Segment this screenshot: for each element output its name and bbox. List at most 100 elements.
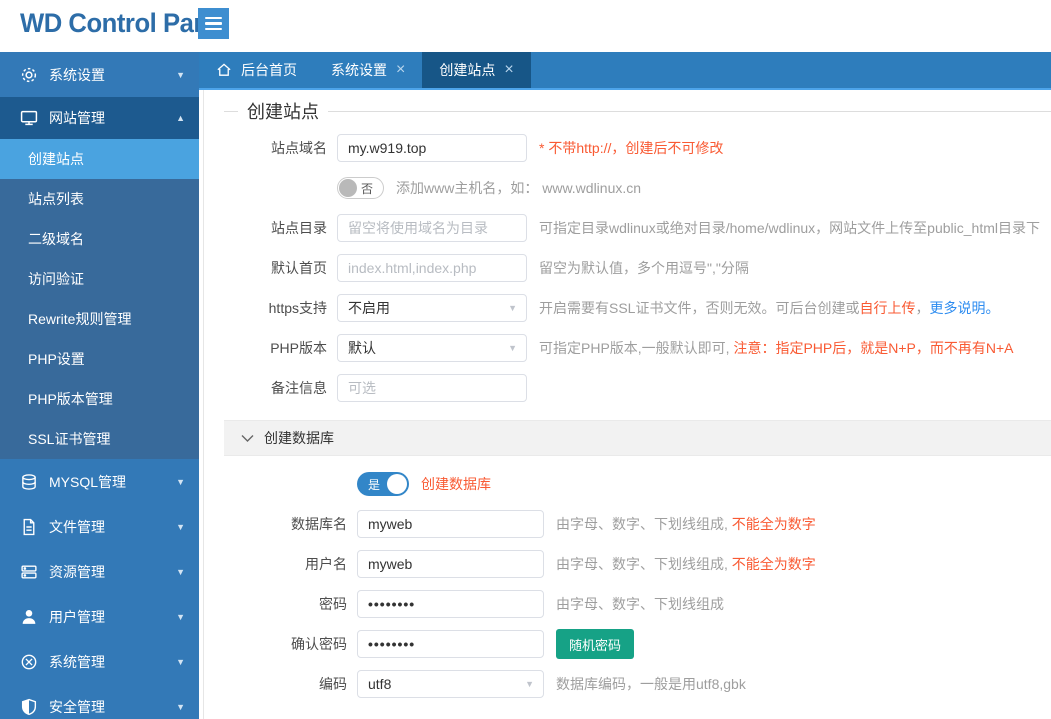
close-icon[interactable]: × [504, 62, 513, 78]
monitor-icon [20, 109, 38, 127]
sidebar-item-file-management[interactable]: 文件管理 ▼ [0, 504, 199, 549]
sidebar-item-website-management[interactable]: 网站管理 ▲ [0, 97, 199, 139]
php-version-label: PHP版本 [224, 338, 337, 358]
tab-dashboard-home[interactable]: 后台首页 [199, 52, 314, 88]
sidebar-subitem-access-auth[interactable]: 访问验证 [0, 259, 199, 299]
form-row-directory: 站点目录 可指定目录wdlinux或绝对目录/home/wdlinux，网站文件… [224, 214, 1051, 242]
close-icon[interactable]: × [396, 62, 405, 78]
toggle-knob [387, 474, 407, 494]
chevron-down-icon: ▼ [508, 343, 517, 353]
main-content: 创建站点 站点域名 * 不带http://，创建后不可修改 否 添加www主机名… [200, 90, 1051, 719]
gear-icon [20, 66, 38, 84]
https-select[interactable]: 不启用 ▼ [337, 294, 527, 322]
more-info-link[interactable]: 更多说明 [929, 300, 985, 316]
sidebar-subitem-subdomain[interactable]: 二级域名 [0, 219, 199, 259]
domain-label: 站点域名 [224, 138, 337, 158]
sidebar-item-label: 网站管理 [49, 108, 105, 128]
toggle-knob [339, 179, 357, 197]
hamburger-menu-button[interactable] [198, 8, 229, 39]
sidebar-subitem-site-list[interactable]: 站点列表 [0, 179, 199, 219]
directory-label: 站点目录 [224, 218, 337, 238]
tab-create-site[interactable]: 创建站点 × [422, 52, 530, 88]
file-icon [20, 518, 38, 536]
domain-hint: * 不带http://，创建后不可修改 [539, 138, 723, 158]
db-user-hint: 由字母、数字、下划线组成, 不能全为数字 [556, 554, 816, 574]
sidebar-item-label: 资源管理 [49, 562, 105, 582]
server-icon [20, 563, 38, 581]
https-label: https支持 [224, 298, 337, 318]
chevron-down-icon: ▼ [508, 303, 517, 313]
db-user-input[interactable] [357, 550, 544, 578]
index-page-input[interactable] [337, 254, 527, 282]
remark-input[interactable] [337, 374, 527, 402]
tab-label: 后台首页 [241, 60, 297, 80]
form-row-remark: 备注信息 [224, 374, 1051, 402]
sidebar-item-user-management[interactable]: 用户管理 ▼ [0, 594, 199, 639]
chevron-down-icon [241, 434, 254, 443]
sidebar-subitem-create-site[interactable]: 创建站点 [0, 139, 199, 179]
tools-icon [20, 653, 38, 671]
db-toggle-hint: 创建数据库 [421, 474, 491, 494]
db-password-input[interactable] [357, 590, 544, 618]
php-version-select[interactable]: 默认 ▼ [337, 334, 527, 362]
sidebar-item-resource-management[interactable]: 资源管理 ▼ [0, 549, 199, 594]
db-password-label: 密码 [224, 594, 357, 614]
db-confirm-label: 确认密码 [224, 634, 357, 654]
sidebar-item-mysql-management[interactable]: MYSQL管理 ▼ [0, 459, 199, 504]
toggle-state-label: 否 [361, 180, 373, 197]
sidebar-item-label: MYSQL管理 [49, 472, 126, 492]
sidebar-item-label: 文件管理 [49, 517, 105, 537]
domain-input[interactable] [337, 134, 527, 162]
https-hint: 开启需要有SSL证书文件，否则无效。可后台创建或自行上传，更多说明。 [539, 298, 999, 318]
form-row-domain: 站点域名 * 不带http://，创建后不可修改 [224, 134, 1051, 162]
https-select-value: 不启用 [348, 298, 390, 318]
remark-label: 备注信息 [224, 378, 337, 398]
page-title: 创建站点 [247, 98, 319, 124]
sidebar-item-system-settings[interactable]: 系统设置 ▼ [0, 52, 199, 97]
sidebar-item-system-management[interactable]: 系统管理 ▼ [0, 639, 199, 684]
chevron-down-icon: ▼ [176, 567, 185, 577]
db-user-label: 用户名 [224, 554, 357, 574]
shield-icon [20, 698, 38, 716]
sidebar-subitem-ssl-cert[interactable]: SSL证书管理 [0, 419, 199, 459]
section-title: 创建数据库 [264, 428, 334, 448]
php-version-select-value: 默认 [348, 338, 376, 358]
create-site-form: 创建站点 站点域名 * 不带http://，创建后不可修改 否 添加www主机名… [224, 98, 1051, 698]
www-toggle[interactable]: 否 [337, 177, 384, 199]
db-confirm-input[interactable] [357, 630, 544, 658]
tab-label: 创建站点 [439, 60, 495, 80]
chevron-down-icon: ▼ [525, 679, 534, 689]
sidebar-item-label: 系统设置 [49, 65, 105, 85]
create-database-toggle[interactable]: 是 [357, 472, 409, 496]
chevron-up-icon: ▲ [176, 113, 185, 123]
sidebar-subitem-rewrite-rules[interactable]: Rewrite规则管理 [0, 299, 199, 339]
form-row-db-toggle: 是 创建数据库 [224, 470, 1051, 498]
db-name-input[interactable] [357, 510, 544, 538]
form-row-db-name: 数据库名 由字母、数字、下划线组成, 不能全为数字 [224, 510, 1051, 538]
form-row-db-confirm-password: 确认密码 随机密码 [224, 630, 1051, 658]
content-divider [203, 90, 204, 719]
sidebar: 系统设置 ▼ 网站管理 ▲ 创建站点 站点列表 二级域名 访问验证 Rewrit… [0, 52, 199, 719]
www-hint: 添加www主机名，如： www.wdlinux.cn [396, 178, 641, 198]
chevron-down-icon: ▼ [176, 657, 185, 667]
random-password-button[interactable]: 随机密码 [556, 629, 634, 659]
sidebar-subitem-php-settings[interactable]: PHP设置 [0, 339, 199, 379]
index-page-label: 默认首页 [224, 258, 337, 278]
db-name-hint: 由字母、数字、下划线组成, 不能全为数字 [556, 514, 816, 534]
upload-cert-link[interactable]: 自行上传 [859, 300, 915, 316]
tab-system-settings[interactable]: 系统设置 × [314, 52, 422, 88]
create-database-section-header[interactable]: 创建数据库 [224, 420, 1051, 456]
sidebar-subitem-php-version[interactable]: PHP版本管理 [0, 379, 199, 419]
form-row-index-page: 默认首页 留空为默认值，多个用逗号","分隔 [224, 254, 1051, 282]
php-version-hint: 可指定PHP版本,一般默认即可, 注意：指定PHP后，就是N+P，而不再有N+A [539, 338, 1014, 358]
form-row-db-password: 密码 由字母、数字、下划线组成 [224, 590, 1051, 618]
directory-input[interactable] [337, 214, 527, 242]
chevron-down-icon: ▼ [176, 702, 185, 712]
form-row-db-charset: 编码 utf8 ▼ 数据库编码，一般是用utf8,gbk [224, 670, 1051, 698]
db-charset-select[interactable]: utf8 ▼ [357, 670, 544, 698]
sidebar-item-security-management[interactable]: 安全管理 ▼ [0, 684, 199, 719]
hamburger-icon [205, 17, 222, 20]
form-row-www-toggle: 否 添加www主机名，如： www.wdlinux.cn [224, 174, 1051, 202]
db-name-label: 数据库名 [224, 514, 357, 534]
form-row-https: https支持 不启用 ▼ 开启需要有SSL证书文件，否则无效。可后台创建或自行… [224, 294, 1051, 322]
